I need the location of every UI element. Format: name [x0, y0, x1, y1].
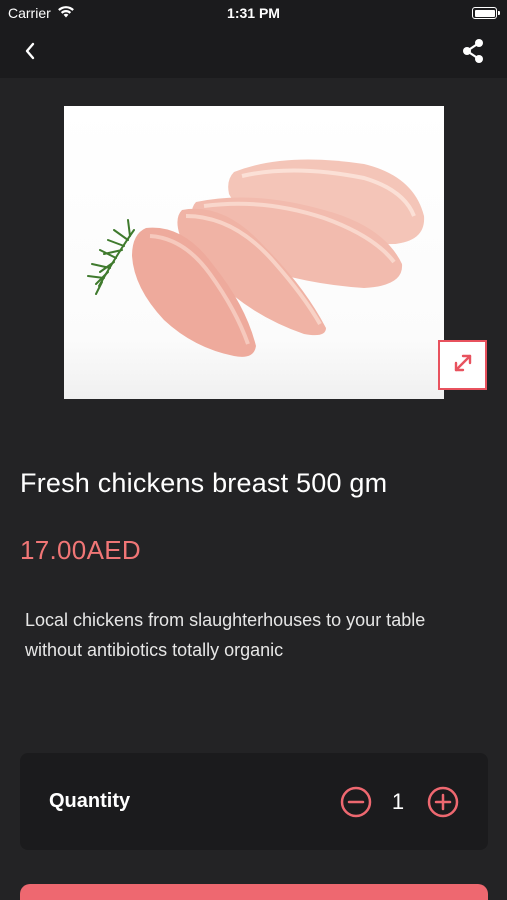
product-title: Fresh chickens breast 500 gm — [20, 468, 388, 498]
share-icon — [461, 38, 485, 69]
navigation-bar — [0, 28, 507, 78]
chevron-left-icon — [24, 42, 36, 65]
product-price: 17.00AED — [20, 535, 141, 565]
status-bar: Carrier 1:31 PM — [0, 0, 507, 28]
add-to-cart-button[interactable] — [20, 884, 488, 900]
quantity-card: Quantity 1 — [20, 753, 488, 850]
plus-circle-icon — [427, 786, 459, 822]
quantity-label: Quantity — [49, 790, 131, 812]
quantity-increase-button[interactable] — [427, 786, 459, 818]
expand-icon — [451, 351, 475, 380]
product-description: Local chickens from slaughterhouses to y… — [25, 610, 426, 660]
product-image[interactable] — [64, 106, 444, 399]
product-detail-screen: Carrier 1:31 PM Fresh chickens breast 50… — [0, 0, 507, 900]
quantity-decrease-button[interactable] — [340, 786, 372, 818]
share-button[interactable] — [457, 38, 489, 68]
back-button[interactable] — [14, 38, 46, 68]
battery-icon — [472, 7, 500, 19]
expand-image-button[interactable] — [438, 340, 487, 390]
minus-circle-icon — [340, 786, 372, 822]
status-time: 1:31 PM — [227, 5, 280, 21]
quantity-value: 1 — [391, 789, 405, 814]
